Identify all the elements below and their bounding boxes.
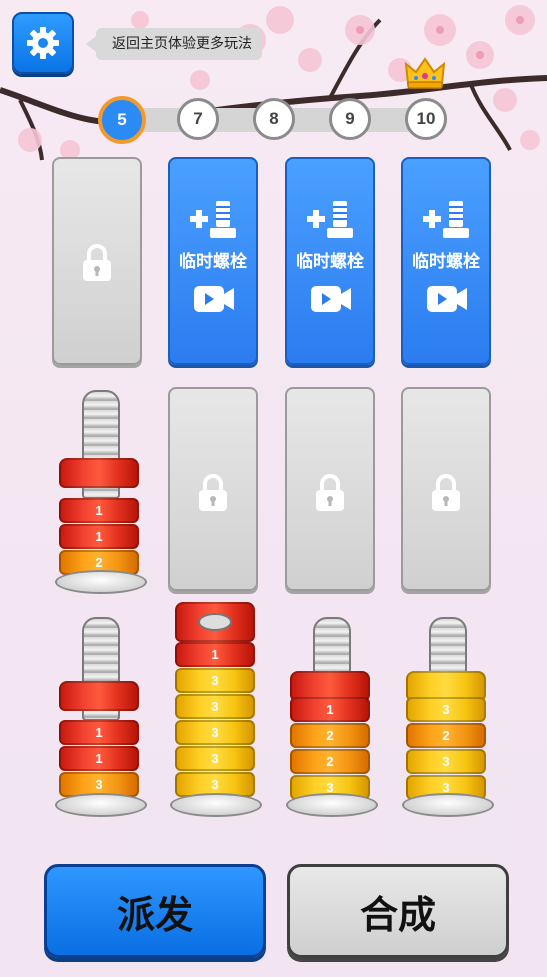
nut: 1 (175, 642, 255, 667)
nut: 1 (59, 524, 139, 549)
nut: 3 (175, 668, 255, 693)
screw-slot[interactable]: 3 2 3 3 (402, 615, 494, 817)
extra-bolt-label: 临时螺栓 (296, 252, 364, 272)
level-node: 10 (405, 98, 447, 140)
nut: 2 (406, 723, 486, 748)
level-node: 7 (177, 98, 219, 140)
settings-button[interactable] (12, 12, 74, 74)
add-screw-icon (307, 201, 353, 238)
home-hint-tooltip[interactable]: 返回主页体验更多玩法 (86, 28, 262, 60)
screw-slot[interactable]: 1 3 3 3 3 3 (170, 600, 262, 817)
extra-bolt-slot[interactable]: 临时螺栓 (401, 157, 491, 365)
nut: 3 (175, 694, 255, 719)
screw-base (55, 570, 147, 594)
level-node: 8 (253, 98, 295, 140)
video-ad-icon (311, 286, 351, 312)
dispatch-button[interactable]: 派发 (44, 864, 266, 958)
locked-slot[interactable] (168, 387, 258, 591)
video-ad-icon (194, 286, 234, 312)
crown-icon (404, 57, 446, 89)
nut (59, 458, 139, 488)
video-ad-icon (427, 286, 467, 312)
lock-icon (199, 474, 227, 511)
level-node-current: 5 (98, 96, 146, 144)
nut: 1 (59, 720, 139, 745)
nut (59, 681, 139, 711)
blossom-branch-decoration (0, 5, 547, 161)
nut: 1 (59, 498, 139, 523)
nut: 1 (290, 697, 370, 722)
locked-slot[interactable] (52, 157, 142, 365)
nut: 1 (59, 746, 139, 771)
lock-icon (316, 474, 344, 511)
level-node: 9 (329, 98, 371, 140)
merge-button[interactable]: 合成 (287, 864, 509, 958)
extra-bolt-label: 临时螺栓 (412, 252, 480, 272)
extra-bolt-slot[interactable]: 临时螺栓 (168, 157, 258, 365)
add-screw-icon (190, 201, 236, 238)
nut: 2 (290, 723, 370, 748)
game-screen: 返回主页体验更多玩法 5 7 8 9 10 临时螺栓 临时螺栓 临时螺栓 1 1… (0, 0, 547, 977)
nut: 3 (406, 749, 486, 774)
nut: 3 (406, 697, 486, 722)
extra-bolt-slot[interactable]: 临时螺栓 (285, 157, 375, 365)
screw-base (286, 793, 378, 817)
lock-icon (432, 474, 460, 511)
nut: 3 (175, 746, 255, 771)
nut-hole-icon (198, 613, 232, 631)
screw-slot[interactable]: 1 1 2 (55, 390, 147, 594)
nut-top (175, 602, 255, 642)
locked-slot[interactable] (285, 387, 375, 591)
screw-slot[interactable]: 1 2 2 3 (286, 615, 378, 817)
screw-slot[interactable]: 1 1 3 (55, 615, 147, 817)
gear-icon (27, 27, 59, 59)
nut: 2 (290, 749, 370, 774)
screw-base (55, 793, 147, 817)
locked-slot[interactable] (401, 387, 491, 591)
screw-base (170, 793, 262, 817)
nut: 3 (175, 720, 255, 745)
add-screw-icon (423, 201, 469, 238)
lock-icon (83, 244, 111, 281)
extra-bolt-label: 临时螺栓 (179, 252, 247, 272)
screw-base (402, 793, 494, 817)
